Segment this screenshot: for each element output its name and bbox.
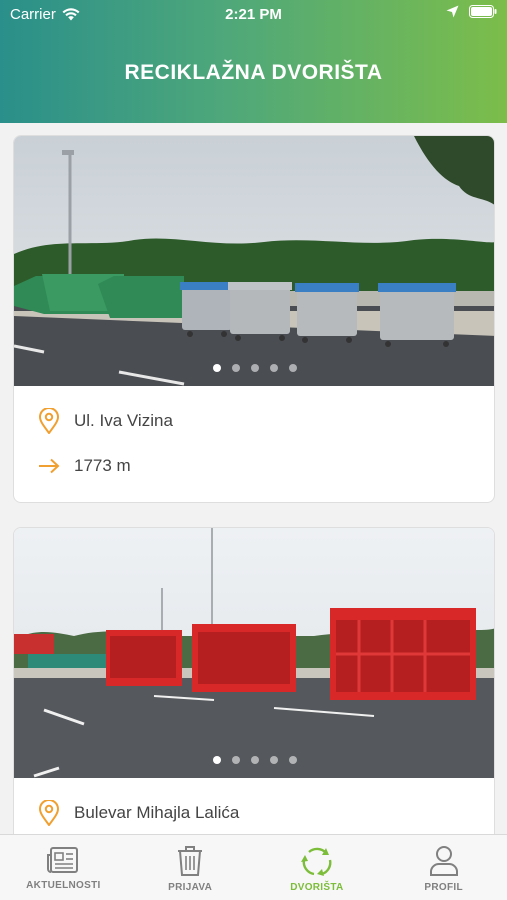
tab-aktuelnosti[interactable]: AKTUELNOSTI [0,835,127,900]
battery-icon [469,5,497,18]
tab-label: AKTUELNOSTI [26,880,101,891]
clock: 2:21 PM [225,6,282,23]
carousel-pagination[interactable] [14,756,494,764]
carousel-dot[interactable] [213,756,221,764]
user-icon [429,846,458,876]
carousel-dot[interactable] [232,364,240,372]
yard-photo-carousel[interactable] [14,136,494,386]
carousel-dot[interactable] [251,756,259,764]
tab-bar: AKTUELNOSTI PRIJAVA DVORIŠTA PROFIL [0,834,507,900]
carousel-dot[interactable] [289,364,297,372]
location-arrow-icon [446,5,459,18]
arrow-right-icon [39,458,60,474]
yard-distance: 1773 m [74,456,131,475]
yard-address-row: Bulevar Mihajla Lalića [38,800,239,826]
tab-label: PRIJAVA [168,882,213,893]
carousel-dot[interactable] [270,756,278,764]
tab-label: PROFIL [424,882,463,893]
carousel-dot[interactable] [270,364,278,372]
trash-can-icon [178,846,203,876]
app-header: Carrier 2:21 PM RECIKLAŽNA DVORIŠTA [0,0,507,123]
carousel-dot[interactable] [213,364,221,372]
carousel-dot[interactable] [232,756,240,764]
newspaper-icon [47,847,79,873]
yard-distance-row: 1773 m [38,456,131,476]
tab-label: DVORIŠTA [290,882,344,893]
page-title: RECIKLAŽNA DVORIŠTA [124,61,383,84]
carousel-dot[interactable] [251,364,259,372]
carousel-pagination[interactable] [14,364,494,372]
yard-photo-carousel[interactable] [14,528,494,778]
location-pin-icon [38,408,60,434]
yard-photo [14,136,494,386]
yard-address: Ul. Iva Vizina [74,411,173,430]
yards-list[interactable]: Ul. Iva Vizina 1773 m Bulevar Mihajla La… [0,123,507,834]
carousel-dot[interactable] [289,756,297,764]
recycle-icon [300,847,332,876]
yard-photo [14,528,494,778]
yard-card[interactable]: Ul. Iva Vizina 1773 m [13,135,495,503]
location-pin-icon [38,800,60,826]
tab-profil[interactable]: PROFIL [380,835,507,900]
status-bar: Carrier 2:21 PM [0,0,507,28]
yard-card[interactable]: Bulevar Mihajla Lalića [13,527,495,834]
yard-address-row: Ul. Iva Vizina [38,408,173,434]
tab-dvorista[interactable]: DVORIŠTA [254,835,381,900]
tab-prijava[interactable]: PRIJAVA [127,835,254,900]
yard-address: Bulevar Mihajla Lalića [74,803,240,822]
